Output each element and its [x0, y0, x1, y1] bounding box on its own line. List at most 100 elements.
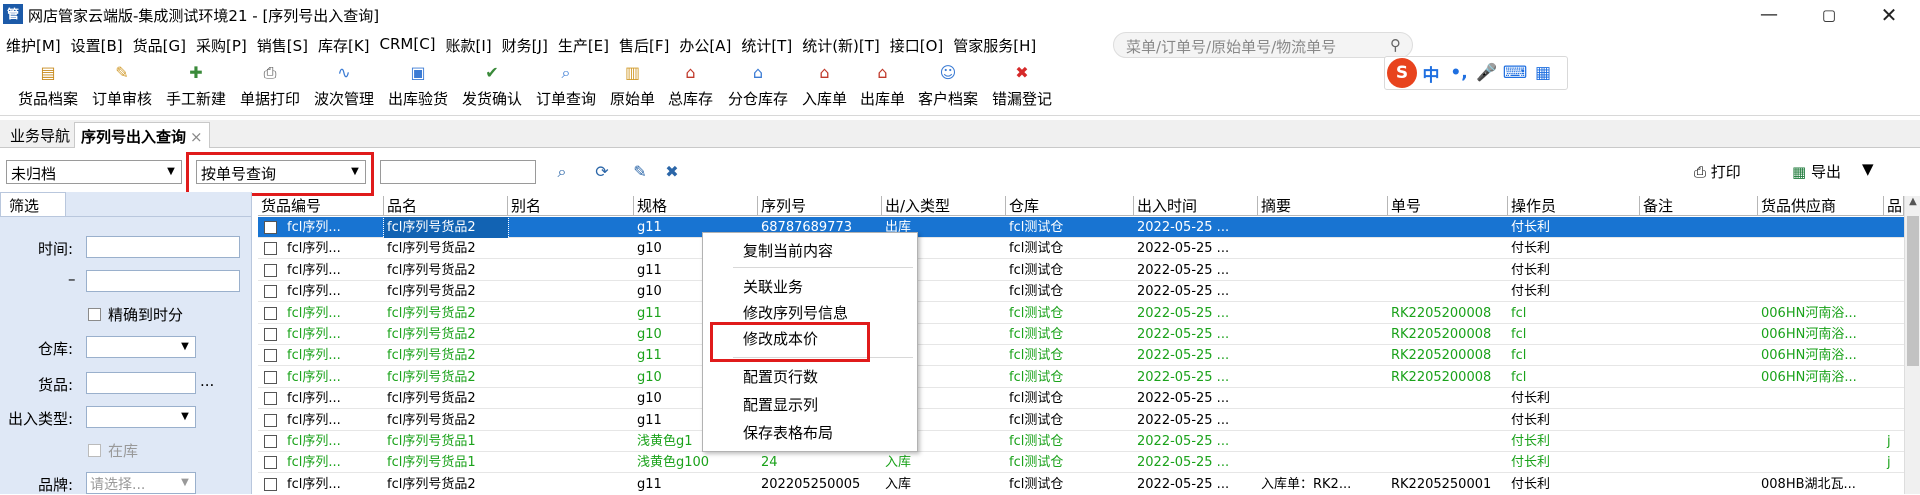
row-checkbox[interactable]: [264, 435, 277, 448]
col-spec-header[interactable]: 规格: [634, 196, 758, 216]
goods-file-button[interactable]: ▤ 货品档案: [18, 62, 78, 109]
row-checkbox[interactable]: [264, 413, 277, 427]
search-icon[interactable]: ⚲: [1390, 36, 1408, 54]
ctx-save-layout[interactable]: 保存表格布局: [703, 421, 917, 445]
col-io-type-header[interactable]: 出/入类型: [882, 196, 1006, 216]
io-type-select[interactable]: ▼: [86, 406, 196, 428]
row-checkbox[interactable]: [264, 306, 277, 320]
order-query-button[interactable]: ⌕ 订单查询: [536, 62, 596, 109]
menu-item-crm[interactable]: CRM[C]: [380, 35, 436, 56]
menu-item-service[interactable]: 管家服务[H]: [953, 35, 1036, 56]
time-start-input[interactable]: [86, 236, 240, 258]
menu-item-production[interactable]: 生产[E]: [558, 35, 609, 56]
print-button[interactable]: ⎙ 打印: [1694, 161, 1741, 182]
in-stock-checkbox[interactable]: [88, 444, 101, 457]
order-audit-button[interactable]: ✎ 订单审核: [92, 62, 152, 109]
ime-punctuation-icon[interactable]: •,: [1445, 63, 1473, 83]
table-row[interactable]: fcl序列... fcl序列号货品2 g10 fcl测试仓 2022-05-25 ...…: [258, 367, 1904, 388]
time-end-input[interactable]: [86, 270, 240, 292]
table-row[interactable]: fcl序列... fcl序列号货品2 g11 68787689773 出库 fcl测试仓 2…: [258, 216, 1904, 239]
menu-item-aftersale[interactable]: 售后[F]: [619, 35, 669, 56]
warehouse-stock-button[interactable]: ⌂ 分仓库存: [728, 62, 788, 109]
brand-select[interactable]: 请选择... ▼: [86, 472, 196, 494]
menu-item-sales[interactable]: 销售[S]: [257, 35, 308, 56]
query-value-input[interactable]: [380, 160, 536, 184]
col-alias-header[interactable]: 别名: [508, 196, 634, 216]
table-row[interactable]: fcl序列... fcl序列号货品2 g11 fcl测试仓 2022-05-25 ...…: [258, 303, 1904, 324]
row-checkbox[interactable]: [264, 392, 277, 406]
col-remark-header[interactable]: 备注: [1640, 196, 1758, 216]
col-operator-header[interactable]: 操作员: [1508, 196, 1640, 216]
tab-serial-query[interactable]: 序列号出入查询 ×: [74, 122, 210, 148]
ime-chinese-mode[interactable]: 中: [1417, 61, 1445, 86]
row-checkbox[interactable]: [264, 349, 277, 363]
row-checkbox[interactable]: [264, 370, 277, 384]
menu-search-input[interactable]: 菜单/订单号/原始单号/物流单号: [1113, 32, 1413, 58]
manual-new-button[interactable]: ✚ 手工新建: [166, 62, 226, 109]
menu-item-maintain[interactable]: 维护[M]: [6, 35, 61, 56]
menu-item-settings[interactable]: 设置[B]: [71, 35, 123, 56]
customer-file-button[interactable]: ☺ 客户档案: [918, 62, 978, 109]
ctx-display-columns[interactable]: 配置显示列: [703, 393, 917, 417]
search-doc-icon[interactable]: ⌕: [552, 162, 572, 182]
menu-item-accounts[interactable]: 账款[I]: [446, 35, 492, 56]
col-supplier-header[interactable]: 货品供应商: [1758, 196, 1884, 216]
warehouse-select[interactable]: ▼: [86, 336, 196, 358]
print-doc-button[interactable]: ⎙ 单据打印: [240, 62, 300, 109]
table-row[interactable]: fcl序列... fcl序列号货品2 g10 fcl测试仓 2022-05-25 ...…: [258, 324, 1904, 345]
refresh-doc-icon[interactable]: ⟳: [592, 162, 612, 182]
query-type-select[interactable]: 按单号查询 ▼: [196, 160, 366, 184]
tab-business-nav[interactable]: 业务导航: [4, 122, 76, 148]
col-goods-name-header[interactable]: 品名: [384, 196, 508, 216]
ctx-page-rows[interactable]: 配置页行数: [703, 365, 917, 389]
ime-logo-icon[interactable]: S: [1387, 58, 1417, 88]
row-checkbox[interactable]: [264, 242, 277, 256]
close-window-button[interactable]: ✕: [1866, 0, 1912, 30]
ime-apps-icon[interactable]: ▦: [1529, 63, 1557, 83]
row-checkbox[interactable]: [264, 263, 277, 277]
table-row[interactable]: fcl序列... fcl序列号货品2 g10 fcl测试仓 2022-05-25 ...…: [258, 238, 1904, 260]
menu-item-interface[interactable]: 接口[O]: [890, 35, 944, 56]
row-checkbox[interactable]: [264, 328, 277, 341]
vertical-scrollbar[interactable]: ▲: [1904, 196, 1920, 494]
table-row[interactable]: fcl序列... fcl序列号货品2 g11 fcl测试仓 2022-05-25 ...…: [258, 260, 1904, 281]
col-summary-header[interactable]: 摘要: [1258, 196, 1388, 216]
ctx-related-business[interactable]: 关联业务: [703, 275, 917, 299]
menu-item-stock[interactable]: 库存[K]: [318, 35, 370, 56]
ime-keyboard-icon[interactable]: ⌨: [1501, 63, 1529, 83]
minimize-button[interactable]: —: [1746, 0, 1792, 30]
ctx-copy-content[interactable]: 复制当前内容: [703, 239, 917, 263]
menu-item-stats-new[interactable]: 统计(新)[T]: [802, 35, 880, 56]
export-button[interactable]: ▦ 导出: [1792, 161, 1841, 182]
clear-doc-icon[interactable]: ✖: [662, 162, 682, 182]
tab-close-icon[interactable]: ×: [190, 128, 203, 146]
menu-item-finance[interactable]: 财务[J]: [502, 35, 548, 56]
menu-item-purchase[interactable]: 采购[P]: [196, 35, 247, 56]
goods-input[interactable]: [86, 372, 196, 394]
table-row[interactable]: fcl序列... fcl序列号货品1 浅黄色g1 fcl测试仓 2022-05-25 .…: [258, 431, 1904, 452]
goods-more-button[interactable]: ...: [200, 372, 214, 390]
raw-order-button[interactable]: ▥ 原始单: [610, 62, 655, 109]
col-serial-header[interactable]: 序列号: [758, 196, 882, 216]
table-row[interactable]: fcl序列... fcl序列号货品1 浅黄色g100 24 入库 fcl测试仓 2022-0…: [258, 452, 1904, 474]
inbound-button[interactable]: ⌂ 入库单: [802, 62, 847, 109]
total-stock-button[interactable]: ⌂ 总库存: [668, 62, 713, 109]
menu-item-stats[interactable]: 统计[T]: [741, 35, 792, 56]
wave-button[interactable]: ∿ 波次管理: [314, 62, 374, 109]
col-more-header[interactable]: 品: [1884, 196, 1904, 216]
archive-select[interactable]: 未归档 ▼: [6, 160, 182, 184]
row-checkbox[interactable]: [264, 221, 277, 234]
export-menu-chevron-icon[interactable]: ▼: [1862, 160, 1874, 178]
precise-time-checkbox[interactable]: [88, 308, 101, 321]
ime-microphone-icon[interactable]: 🎤: [1473, 63, 1501, 83]
scroll-up-icon[interactable]: ▲: [1905, 196, 1920, 212]
table-row[interactable]: fcl序列... fcl序列号货品2 g11 202205250005 入库 fcl测试仓…: [258, 474, 1904, 494]
col-goods-code-header[interactable]: 货品编号: [258, 196, 384, 216]
maximize-button[interactable]: ▢: [1806, 0, 1852, 30]
error-register-button[interactable]: ✖ 错漏登记: [992, 62, 1052, 109]
col-io-time-header[interactable]: 出入时间: [1134, 196, 1258, 216]
edit-doc-icon[interactable]: ✎: [630, 162, 650, 182]
table-row[interactable]: fcl序列... fcl序列号货品2 g10 fcl测试仓 2022-05-25 ...…: [258, 388, 1904, 410]
outbound-button[interactable]: ⌂ 出库单: [860, 62, 905, 109]
menu-item-goods[interactable]: 货品[G]: [133, 35, 186, 56]
